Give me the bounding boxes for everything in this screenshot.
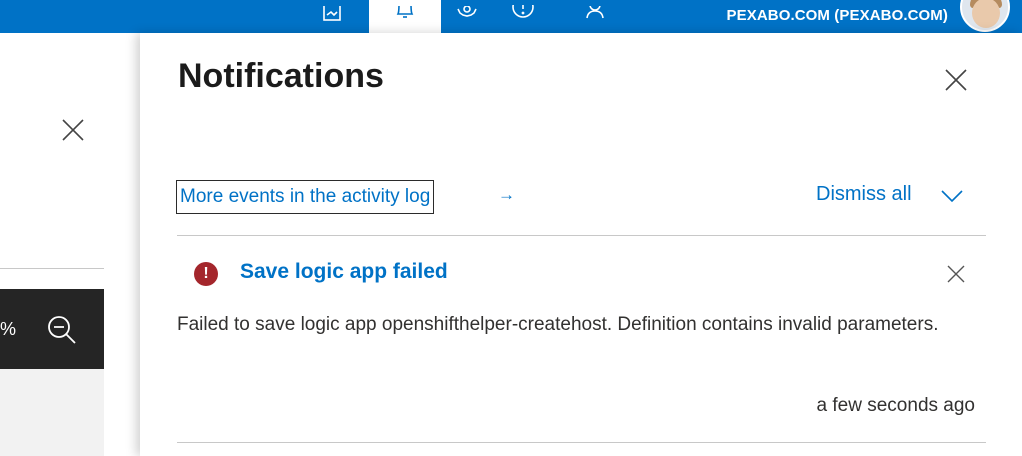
settings-button[interactable] xyxy=(440,0,494,33)
notification-message: Failed to save logic app openshifthelper… xyxy=(177,314,939,335)
notifications-panel: Notifications More events in the activit… xyxy=(140,33,1022,456)
avatar[interactable] xyxy=(960,0,1010,32)
zoom-percent: % xyxy=(0,319,17,339)
feedback-icon xyxy=(323,5,341,21)
divider xyxy=(177,235,986,236)
notification-title[interactable]: Save logic app failed xyxy=(240,260,448,284)
chevron-down-icon[interactable] xyxy=(941,189,963,203)
top-navigation-bar: PEXABO.COM (PEXABO.COM) xyxy=(0,0,1022,33)
activity-log-link[interactable]: More events in the activity log xyxy=(176,180,435,214)
error-icon: ! xyxy=(194,262,218,286)
close-icon[interactable] xyxy=(944,68,968,92)
divider xyxy=(177,442,986,443)
panel-title: Notifications xyxy=(178,57,384,95)
designer-canvas xyxy=(0,369,104,456)
gear-icon xyxy=(457,5,477,17)
zoom-out-icon[interactable] xyxy=(46,314,78,346)
notifications-button[interactable] xyxy=(369,0,441,33)
help-button[interactable] xyxy=(496,0,550,33)
feedback-button[interactable] xyxy=(305,0,359,33)
close-icon[interactable] xyxy=(947,265,965,283)
person-icon xyxy=(586,5,604,18)
dismiss-all-button[interactable]: Dismiss all xyxy=(816,183,912,206)
account-button[interactable] xyxy=(568,0,622,33)
close-icon[interactable] xyxy=(60,117,86,143)
designer-toolbar: % xyxy=(0,289,104,369)
bell-icon xyxy=(396,5,414,18)
account-name[interactable]: PEXABO.COM (PEXABO.COM) xyxy=(727,7,948,24)
divider xyxy=(0,268,104,269)
notification-timestamp: a few seconds ago xyxy=(816,395,975,416)
avatar-face xyxy=(972,0,1000,28)
background-blade: % xyxy=(0,33,140,456)
arrow-right-icon: → xyxy=(498,185,515,204)
help-icon xyxy=(512,4,534,18)
